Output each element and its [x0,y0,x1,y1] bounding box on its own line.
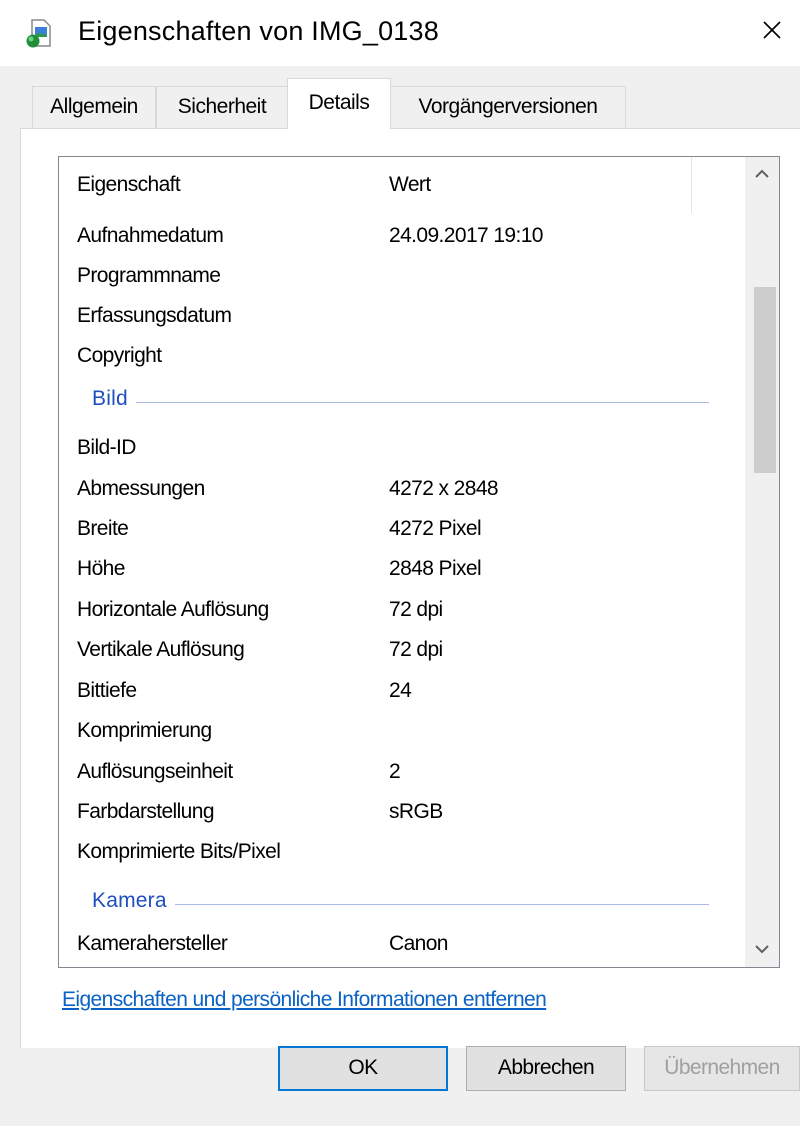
scroll-thumb[interactable] [754,287,776,473]
window-title: Eigenschaften von IMG_0138 [78,16,439,46]
tab-label: Allgemein [50,95,138,118]
tab-label: Vorgängerversionen [418,95,598,118]
property-name: Abmessungen [77,477,205,500]
list-item[interactable]: Programmname [59,257,752,297]
property-name: Farbdarstellung [77,800,215,823]
property-name: Horizontale Auflösung [77,598,269,621]
list-item[interactable]: Erfassungsdatum [59,297,752,337]
list-item[interactable]: Komprimierte Bits/Pixel [59,833,752,873]
property-value: 2848 Pixel [389,557,482,580]
column-header-value[interactable]: Wert [389,173,431,197]
property-value: 2 [389,760,401,783]
ok-button[interactable]: OK [278,1046,448,1091]
close-button[interactable] [740,0,800,66]
tab-sicherheit[interactable]: Sicherheit [156,86,288,128]
list-item[interactable]: Vertikale Auflösung 72 dpi [59,631,752,671]
property-value: Canon [389,932,448,955]
list-item[interactable]: Bittiefe 24 [59,672,752,712]
property-name: Copyright [77,344,162,367]
cancel-button-label: Abbrechen [497,1056,595,1079]
property-name: Auflösungseinheit [77,760,233,783]
list-item[interactable]: Kamerahersteller Canon [59,925,752,965]
column-separator[interactable] [691,157,692,213]
remove-properties-link[interactable]: Eigenschaften und persönliche Informatio… [62,988,547,1012]
property-name: Kamerahersteller [77,932,228,955]
scroll-up-button[interactable] [745,157,779,191]
property-value: 72 dpi [389,638,443,661]
property-value: sRGB [389,800,443,823]
list-item[interactable]: Farbdarstellung sRGB [59,793,752,833]
property-value: 4272 Pixel [389,517,482,540]
title-bar: Eigenschaften von IMG_0138 [0,0,800,66]
tab-label: Details [308,91,370,114]
list-item[interactable]: Komprimierung [59,712,752,752]
list-item[interactable]: Horizontale Auflösung 72 dpi [59,591,752,631]
tab-details[interactable]: Details [287,78,391,129]
tab-label: Sicherheit [177,95,267,118]
property-name: Programmname [77,264,221,287]
apply-button-label: Übernehmen [664,1056,780,1079]
apply-button[interactable]: Übernehmen [644,1046,800,1091]
property-name: Komprimierte Bits/Pixel [77,840,281,863]
list-item[interactable]: Aufnahmedatum 24.09.2017 19:10 [59,217,752,257]
group-label: Bild [92,387,136,411]
scroll-down-button[interactable] [745,933,779,967]
property-value: 4272 x 2848 [389,477,499,500]
property-name: Vertikale Auflösung [77,638,245,661]
list-item[interactable]: Bild-ID [59,429,752,469]
property-name: Aufnahmedatum [77,224,224,247]
property-name: Komprimierung [77,719,212,742]
property-name: Bild-ID [77,436,136,459]
list-item[interactable]: Höhe 2848 Pixel [59,550,752,590]
group-divider [92,904,709,905]
group-header-bild: Bild [59,381,752,421]
column-header-property[interactable]: Eigenschaft [77,173,181,197]
list-item[interactable]: Auflösungseinheit 2 [59,753,752,793]
list-item[interactable]: Abmessungen 4272 x 2848 [59,470,752,510]
property-name: Erfassungsdatum [77,304,232,327]
property-value: 24.09.2017 19:10 [389,224,543,247]
group-header-kamera: Kamera [59,883,752,923]
list-header: Eigenschaft Wert [59,157,752,213]
tab-allgemein[interactable]: Allgemein [32,86,156,128]
property-name: Höhe [77,557,125,580]
property-name: Bittiefe [77,679,137,702]
tab-vorgaengerversionen[interactable]: Vorgängerversionen [390,86,626,128]
property-name: Breite [77,517,129,540]
property-value: 72 dpi [389,598,443,621]
cancel-button[interactable]: Abbrechen [466,1046,626,1091]
ok-button-label: OK [348,1056,378,1079]
list-item[interactable]: Breite 4272 Pixel [59,510,752,550]
group-divider [92,402,709,403]
property-value: 24 [389,679,412,702]
properties-list[interactable]: Eigenschaft Wert Aufnahmedatum 24.09.201… [58,156,780,968]
image-file-icon [26,19,52,49]
vertical-scrollbar[interactable] [745,157,779,967]
list-item[interactable]: Copyright [59,337,752,377]
group-label: Kamera [92,889,175,913]
